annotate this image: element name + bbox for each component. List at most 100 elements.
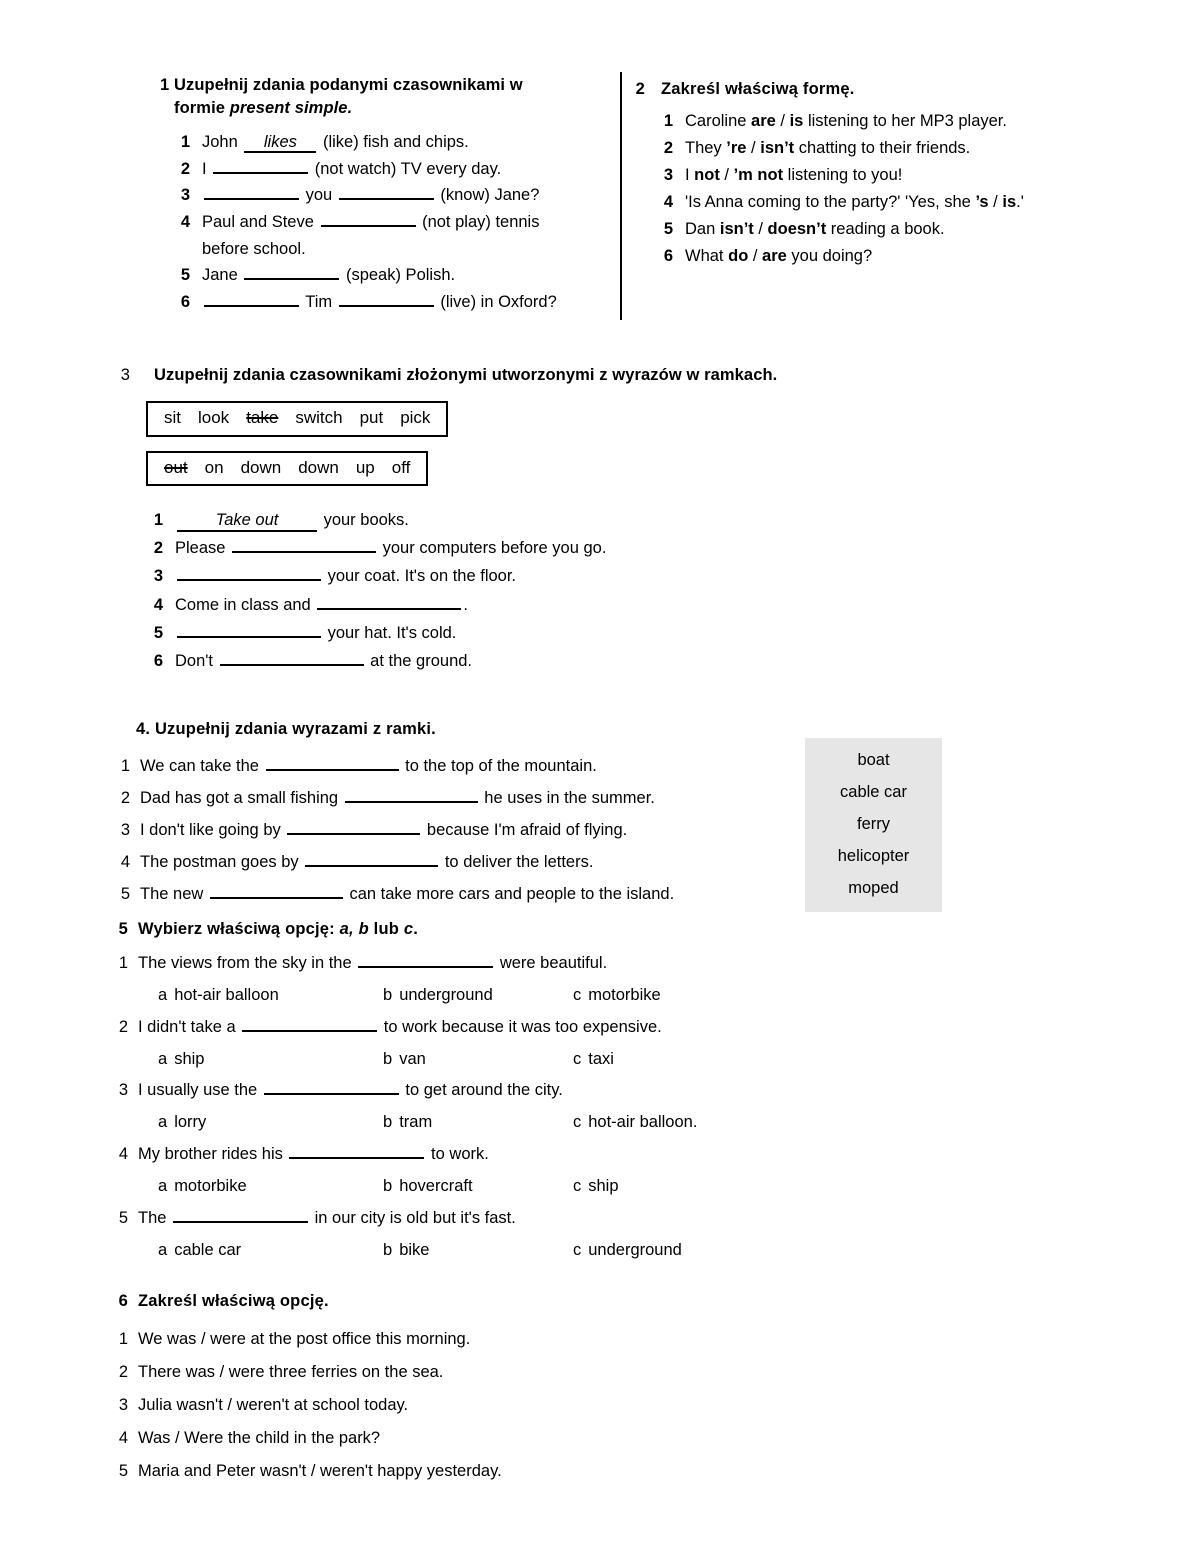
item-number: 4 bbox=[663, 193, 673, 212]
option-label: c bbox=[573, 1113, 582, 1132]
list-item: 2 I didn't take a to work because it was … bbox=[116, 1012, 1016, 1076]
option-a[interactable]: a lorry bbox=[158, 1107, 383, 1139]
word-chip[interactable]: off bbox=[392, 458, 411, 477]
answer-blank[interactable] bbox=[204, 183, 299, 201]
item-number: 2 bbox=[180, 159, 190, 178]
item-number: 3 bbox=[118, 1081, 128, 1100]
word-chip-struck[interactable]: take bbox=[246, 408, 278, 427]
choice-option-2[interactable]: is bbox=[1002, 193, 1016, 211]
answer-blank[interactable] bbox=[344, 785, 478, 803]
list-item: 6 Tim (live) in Oxford? bbox=[160, 289, 600, 316]
exercise-2-heading: 2 Zakreśl właściwą formę. bbox=[633, 80, 1103, 99]
choice-option-2[interactable]: ’m not bbox=[734, 166, 784, 184]
item-number: 4 bbox=[118, 1145, 128, 1164]
answer-blank[interactable] bbox=[263, 1078, 399, 1096]
option-b[interactable]: b bike bbox=[383, 1235, 573, 1267]
exercise-1-items: 1 John likes (like) fish and chips. 2I (n… bbox=[160, 129, 600, 316]
answer-blank[interactable] bbox=[358, 950, 494, 968]
option-text: lorry bbox=[174, 1113, 207, 1132]
option-c[interactable]: c motorbike bbox=[573, 980, 661, 1012]
answer-blank[interactable] bbox=[232, 536, 377, 554]
list-item: 5 The in our city is old but it's fast. a… bbox=[116, 1203, 1016, 1267]
answer-blank[interactable] bbox=[209, 881, 343, 899]
option-text: cable car bbox=[174, 1240, 242, 1259]
option-a[interactable]: a hot-air balloon bbox=[158, 980, 383, 1012]
choice-option-1[interactable]: ’re bbox=[726, 139, 746, 157]
answer-blank[interactable]: likes bbox=[244, 133, 317, 154]
verb-box-wrapper: sit look take switch put pick bbox=[146, 401, 1018, 437]
exercise-6: 6 Zakreśl właściwą opcję. 1 We was / were … bbox=[116, 1292, 1016, 1488]
answer-blank[interactable] bbox=[177, 564, 321, 582]
option-a[interactable]: a cable car bbox=[158, 1235, 383, 1267]
choice-option-1[interactable]: do bbox=[728, 247, 748, 265]
word-chip[interactable]: switch bbox=[295, 408, 342, 427]
word-chip[interactable]: down bbox=[241, 458, 282, 477]
answer-blank[interactable] bbox=[204, 289, 299, 308]
choice-option-2[interactable]: isn’t bbox=[760, 139, 794, 157]
item-text[interactable]: Julia wasn't / weren't at school today. bbox=[138, 1396, 408, 1414]
answer-blank[interactable] bbox=[173, 1205, 309, 1223]
option-label: c bbox=[573, 1240, 582, 1259]
choice-option-2[interactable]: is bbox=[790, 112, 804, 130]
answer-blank[interactable] bbox=[320, 209, 416, 227]
column-divider bbox=[620, 72, 622, 320]
option-text: underground bbox=[399, 985, 493, 1004]
option-c[interactable]: c underground bbox=[573, 1235, 682, 1267]
exercise-3-items: 1 Take out your books. 2 Please your compu… bbox=[118, 506, 1018, 674]
answer-blank[interactable] bbox=[242, 1014, 378, 1032]
answer-blank[interactable] bbox=[177, 620, 321, 638]
choice-option-1[interactable]: not bbox=[694, 166, 720, 184]
exercise-3-heading-text: Uzupełnij zdania czasownikami złożonymi … bbox=[154, 366, 778, 384]
item-text[interactable]: Maria and Peter wasn't / weren't happy y… bbox=[138, 1462, 502, 1480]
item-number: 5 bbox=[663, 220, 673, 239]
option-b[interactable]: b van bbox=[383, 1044, 573, 1076]
word-chip-struck[interactable]: out bbox=[164, 458, 188, 477]
option-a[interactable]: a ship bbox=[158, 1044, 383, 1076]
choice-option-2[interactable]: doesn’t bbox=[768, 220, 827, 238]
answer-blank[interactable] bbox=[317, 592, 462, 610]
word-bank-item[interactable]: moped bbox=[805, 872, 942, 904]
choice-option-1[interactable]: isn’t bbox=[720, 220, 754, 238]
word-bank-item[interactable]: boat bbox=[805, 744, 942, 776]
answer-blank[interactable] bbox=[289, 1141, 425, 1160]
exercise-5-heading-text: Wybierz właściwą opcję: bbox=[138, 920, 340, 938]
word-chip[interactable]: up bbox=[356, 458, 375, 477]
choice-option-2[interactable]: are bbox=[762, 247, 787, 265]
answer-blank[interactable] bbox=[244, 263, 340, 281]
word-bank-item[interactable]: helicopter bbox=[805, 840, 942, 872]
word-chip[interactable]: put bbox=[360, 408, 384, 427]
answer-blank[interactable] bbox=[287, 817, 421, 835]
list-item: 1 Caroline are / is listening to her MP3 … bbox=[633, 108, 1103, 135]
word-bank-item[interactable]: cable car bbox=[805, 776, 942, 808]
option-c[interactable]: c ship bbox=[573, 1171, 619, 1203]
option-b[interactable]: b hovercraft bbox=[383, 1171, 573, 1203]
word-chip[interactable]: sit bbox=[164, 408, 181, 427]
item-text-pre: Come in class and bbox=[175, 595, 316, 614]
item-text[interactable]: We was / were at the post office this mo… bbox=[138, 1330, 470, 1348]
word-chip[interactable]: down bbox=[298, 458, 339, 477]
word-chip[interactable]: look bbox=[198, 408, 229, 427]
option-b[interactable]: b tram bbox=[383, 1107, 573, 1139]
choice-option-1[interactable]: ’s bbox=[975, 193, 988, 211]
word-bank-item[interactable]: ferry bbox=[805, 808, 942, 840]
answer-blank[interactable] bbox=[219, 648, 364, 666]
item-text-post: he uses in the summer. bbox=[479, 789, 655, 807]
option-c[interactable]: c taxi bbox=[573, 1044, 614, 1076]
item-text[interactable]: Was / Were the child in the park? bbox=[138, 1429, 380, 1447]
item-text[interactable]: There was / were three ferries on the se… bbox=[138, 1363, 443, 1381]
item-text-pre: Dad has got a small fishing bbox=[140, 789, 343, 807]
option-b[interactable]: b underground bbox=[383, 980, 573, 1012]
answer-blank-2[interactable] bbox=[338, 183, 434, 201]
option-a[interactable]: a motorbike bbox=[158, 1171, 383, 1203]
word-chip[interactable]: pick bbox=[400, 408, 430, 427]
option-text: van bbox=[399, 1049, 426, 1068]
answer-blank[interactable] bbox=[213, 156, 309, 174]
option-c[interactable]: c hot-air balloon. bbox=[573, 1107, 697, 1139]
answer-blank[interactable]: Take out bbox=[177, 512, 317, 532]
word-chip[interactable]: on bbox=[205, 458, 224, 477]
answer-blank[interactable] bbox=[305, 849, 439, 867]
item-text-pre: John bbox=[202, 132, 243, 151]
answer-blank-2[interactable] bbox=[338, 289, 434, 308]
choice-option-1[interactable]: are bbox=[751, 112, 776, 130]
answer-blank[interactable] bbox=[265, 753, 399, 771]
